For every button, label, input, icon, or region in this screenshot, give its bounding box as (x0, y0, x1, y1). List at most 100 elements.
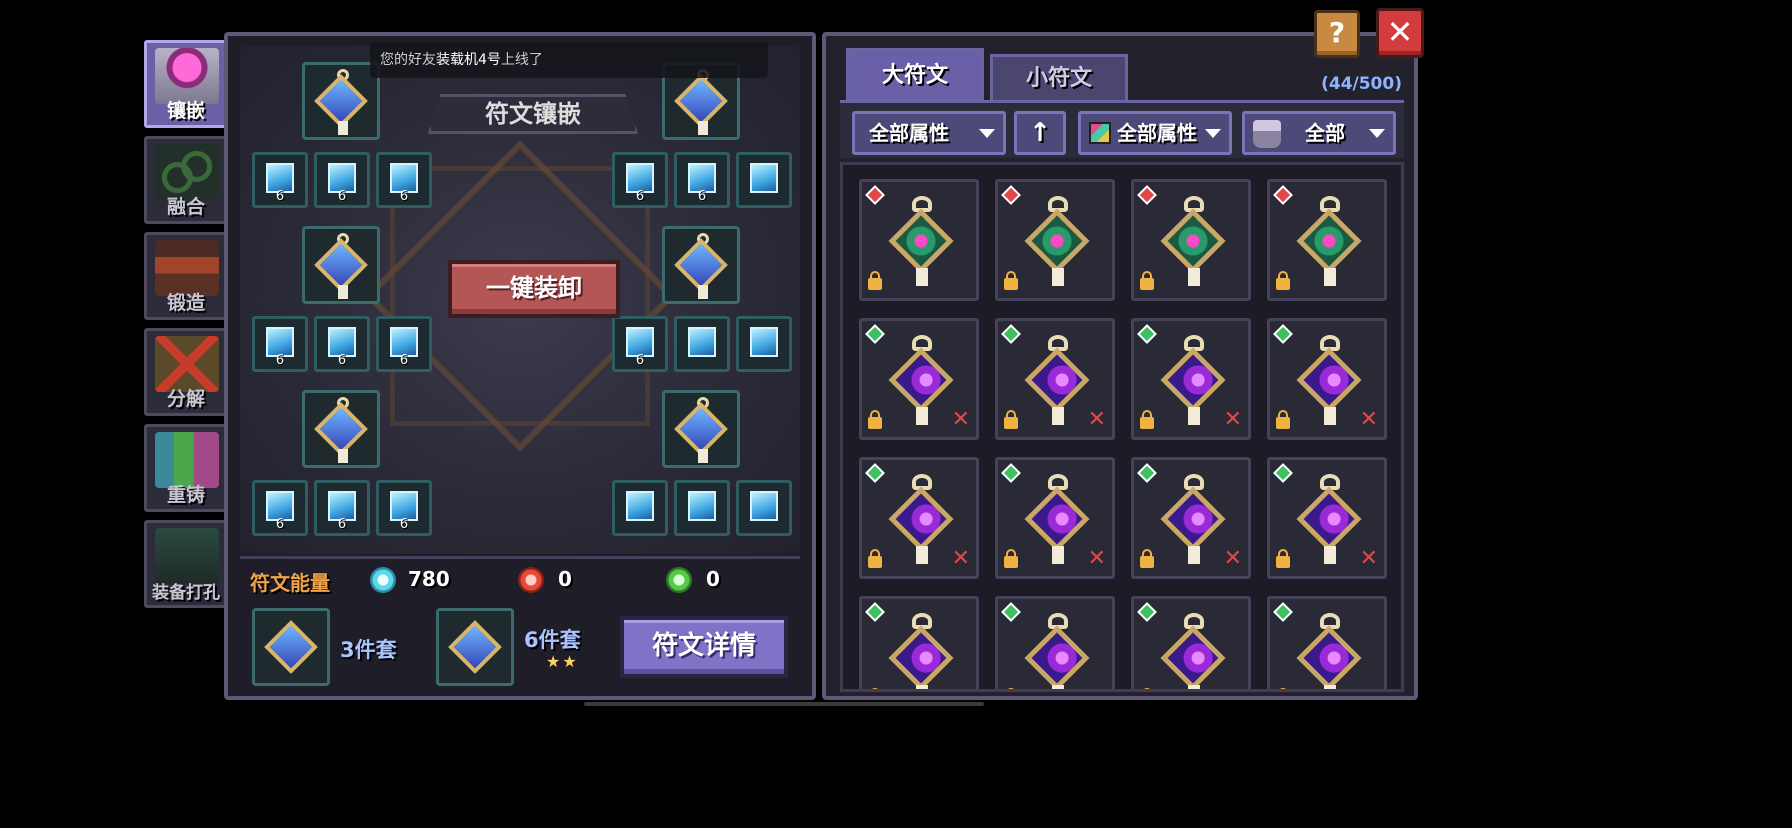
blue-rune-gem-icon (674, 238, 728, 292)
nav-recast[interactable]: 重铸 (144, 424, 228, 512)
discard-mark-icon[interactable]: ✕ (1088, 409, 1106, 431)
small-rune-slot[interactable]: 6 (314, 480, 370, 536)
inventory-rune-cell[interactable] (1131, 179, 1251, 301)
rune-level: 6 (337, 353, 347, 368)
filter-bar: 全部属性 ↑ 全部属性 全部 (840, 100, 1404, 158)
small-rune-slot[interactable] (612, 480, 668, 536)
rune-level: 6 (635, 189, 645, 204)
small-rune-slot[interactable]: 6 (376, 152, 432, 208)
toast-suffix: 上线了 (500, 52, 543, 68)
lock-icon[interactable] (1004, 410, 1018, 429)
small-rune-slot[interactable]: 6 (612, 152, 668, 208)
big-rune-slot[interactable] (662, 390, 740, 468)
discard-mark-icon[interactable]: ✕ (1360, 548, 1378, 570)
lock-icon[interactable] (1276, 410, 1290, 429)
small-rune-slot[interactable]: 6 (612, 316, 668, 372)
big-rune-slot[interactable] (302, 390, 380, 468)
big-rune-slot[interactable] (302, 226, 380, 304)
lock-icon[interactable] (868, 410, 882, 429)
inventory-rune-cell[interactable]: ✕ (1131, 596, 1251, 690)
small-rune-slot[interactable]: 6 (376, 480, 432, 536)
small-rune-slot[interactable]: 6 (252, 152, 308, 208)
nav-forge[interactable]: 锻造 (144, 232, 228, 320)
lock-icon[interactable] (868, 271, 882, 290)
inventory-rune-cell[interactable] (1267, 179, 1387, 301)
discard-mark-icon[interactable]: ✕ (1224, 548, 1242, 570)
attribute-filter-dropdown[interactable]: 全部属性 (852, 111, 1006, 155)
discard-mark-icon[interactable]: ✕ (1360, 687, 1378, 690)
lock-icon[interactable] (1004, 549, 1018, 568)
close-icon: ✕ (1386, 13, 1414, 51)
red-element-badge-icon (1137, 185, 1157, 205)
small-rune-slot[interactable]: 6 (252, 480, 308, 536)
nav-socket-drill[interactable]: 装备打孔 (144, 520, 228, 608)
rune-details-button[interactable]: 符文详情 (620, 616, 788, 678)
inventory-rune-cell[interactable]: ✕ (995, 318, 1115, 440)
blue-rune-gem-icon (674, 74, 728, 128)
small-rune-slot[interactable] (674, 316, 730, 372)
inventory-rune-cell[interactable]: ✕ (859, 457, 979, 579)
big-rune-slot[interactable] (302, 62, 380, 140)
type-filter-dropdown[interactable]: 全部 (1242, 111, 1396, 155)
small-rune-slot[interactable]: 6 (314, 316, 370, 372)
nav-decompose[interactable]: 分解 (144, 328, 228, 416)
lock-icon[interactable] (1276, 549, 1290, 568)
inventory-rune-cell[interactable]: ✕ (1267, 318, 1387, 440)
small-rune-slot[interactable] (736, 480, 792, 536)
purple-rune-gem-icon (1296, 625, 1362, 689)
star-rating: ★★ (546, 652, 579, 671)
question-icon: ? (1328, 16, 1346, 49)
lock-icon[interactable] (1004, 271, 1018, 290)
inventory-rune-cell[interactable]: ✕ (995, 457, 1115, 579)
element-filter-dropdown[interactable]: 全部属性 (1078, 111, 1232, 155)
inventory-rune-cell[interactable]: ✕ (1267, 596, 1387, 690)
discard-mark-icon[interactable]: ✕ (952, 687, 970, 690)
discard-mark-icon[interactable]: ✕ (952, 548, 970, 570)
discard-mark-icon[interactable]: ✕ (1224, 687, 1242, 690)
small-rune-slot[interactable] (736, 152, 792, 208)
nav-inlay[interactable]: 镶嵌 (144, 40, 228, 128)
lock-icon[interactable] (1140, 549, 1154, 568)
rune-inventory-panel: 大符文 小符文 (44/500) 全部属性 ↑ 全部属性 全部 ✕ ✕ ✕ ✕ ✕ ✕ ✕ ✕… (822, 32, 1418, 700)
inventory-rune-cell[interactable]: ✕ (859, 318, 979, 440)
set-3-slot[interactable] (252, 608, 330, 686)
nav-forge-label: 锻造 (166, 292, 205, 314)
sort-order-button[interactable]: ↑ (1014, 111, 1066, 155)
inventory-rune-cell[interactable] (995, 179, 1115, 301)
set-6-slot[interactable] (436, 608, 514, 686)
small-rune-slot[interactable]: 6 (376, 316, 432, 372)
help-button[interactable]: ? (1314, 10, 1360, 58)
small-rune-slot[interactable] (736, 316, 792, 372)
tab-small-runes[interactable]: 小符文 (990, 54, 1128, 100)
discard-mark-icon[interactable]: ✕ (1360, 409, 1378, 431)
unequip-all-button[interactable]: 一键装卸 (448, 260, 620, 318)
green-element-badge-icon (865, 463, 885, 483)
inventory-rune-cell[interactable]: ✕ (859, 596, 979, 690)
blue-rune-gem-icon (674, 402, 728, 456)
lock-icon[interactable] (1140, 410, 1154, 429)
inventory-rune-cell[interactable]: ✕ (1131, 457, 1251, 579)
inventory-rune-cell[interactable]: ✕ (995, 596, 1115, 690)
lock-icon[interactable] (1140, 271, 1154, 290)
small-rune-slot[interactable]: 6 (314, 152, 370, 208)
nav-fusion[interactable]: 融合 (144, 136, 228, 224)
discard-mark-icon[interactable]: ✕ (1088, 687, 1106, 690)
green-element-badge-icon (1001, 324, 1021, 344)
inventory-rune-cell[interactable]: ✕ (1267, 457, 1387, 579)
rune-level: 6 (399, 189, 409, 204)
lock-icon[interactable] (1276, 271, 1290, 290)
inventory-rune-cell[interactable]: ✕ (1131, 318, 1251, 440)
discard-mark-icon[interactable]: ✕ (952, 409, 970, 431)
attribute-filter-label: 全部属性 (869, 121, 949, 145)
big-rune-slot[interactable] (662, 226, 740, 304)
close-button[interactable]: ✕ (1376, 8, 1424, 58)
inventory-rune-cell[interactable] (859, 179, 979, 301)
small-rune-slot[interactable] (674, 480, 730, 536)
discard-mark-icon[interactable]: ✕ (1088, 548, 1106, 570)
small-rune-slot[interactable]: 6 (252, 316, 308, 372)
green-element-badge-icon (865, 324, 885, 344)
discard-mark-icon[interactable]: ✕ (1224, 409, 1242, 431)
lock-icon[interactable] (868, 549, 882, 568)
small-rune-slot[interactable]: 6 (674, 152, 730, 208)
tab-big-runes[interactable]: 大符文 (846, 48, 984, 100)
